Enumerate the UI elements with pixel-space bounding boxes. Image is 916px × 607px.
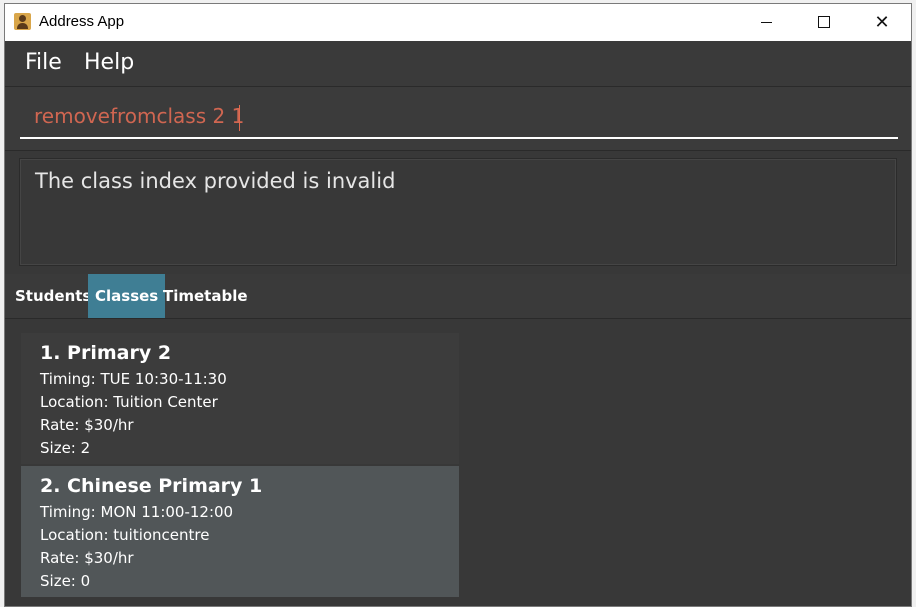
minimize-button[interactable]	[737, 4, 795, 41]
class-location: Location: tuitioncentre	[40, 526, 210, 544]
class-timing: Timing: MON 11:00-12:00	[40, 503, 234, 521]
app-window: Address App ✕ File Help The class index …	[4, 3, 912, 607]
class-rate: Rate: $30/hr	[40, 549, 134, 567]
close-icon: ✕	[874, 12, 890, 33]
window-title: Address App	[39, 13, 125, 30]
command-box	[5, 87, 911, 151]
close-button[interactable]: ✕	[853, 4, 911, 41]
app-content: File Help The class index provided is in…	[5, 41, 911, 606]
class-card[interactable]: 1. Primary 2 Timing: TUE 10:30-11:30 Loc…	[21, 333, 459, 464]
address-book-icon	[14, 13, 31, 30]
maximize-button[interactable]	[795, 4, 853, 41]
menu-help[interactable]: Help	[84, 50, 134, 75]
tab-students[interactable]: Students	[8, 274, 98, 318]
class-title: 1. Primary 2	[40, 342, 172, 364]
class-title: 2. Chinese Primary 1	[40, 475, 263, 497]
text-caret	[239, 105, 240, 131]
tab-bar: Students Classes Timetable	[5, 274, 911, 319]
tab-classes[interactable]: Classes	[88, 274, 166, 318]
class-card[interactable]: 2. Chinese Primary 1 Timing: MON 11:00-1…	[21, 466, 459, 597]
tab-timetable[interactable]: Timetable	[156, 274, 255, 318]
title-bar[interactable]: Address App ✕	[5, 4, 911, 41]
class-list[interactable]: 1. Primary 2 Timing: TUE 10:30-11:30 Loc…	[21, 333, 459, 597]
result-display: The class index provided is invalid	[19, 158, 897, 266]
result-message: The class index provided is invalid	[35, 169, 396, 193]
menu-file[interactable]: File	[25, 50, 62, 75]
class-location: Location: Tuition Center	[40, 393, 218, 411]
class-size: Size: 0	[40, 572, 91, 590]
minimize-icon	[761, 22, 772, 23]
class-size: Size: 2	[40, 439, 91, 457]
class-rate: Rate: $30/hr	[40, 416, 134, 434]
menu-bar: File Help	[5, 41, 911, 87]
maximize-icon	[818, 16, 830, 28]
class-timing: Timing: TUE 10:30-11:30	[40, 370, 227, 388]
command-input[interactable]	[20, 95, 898, 139]
